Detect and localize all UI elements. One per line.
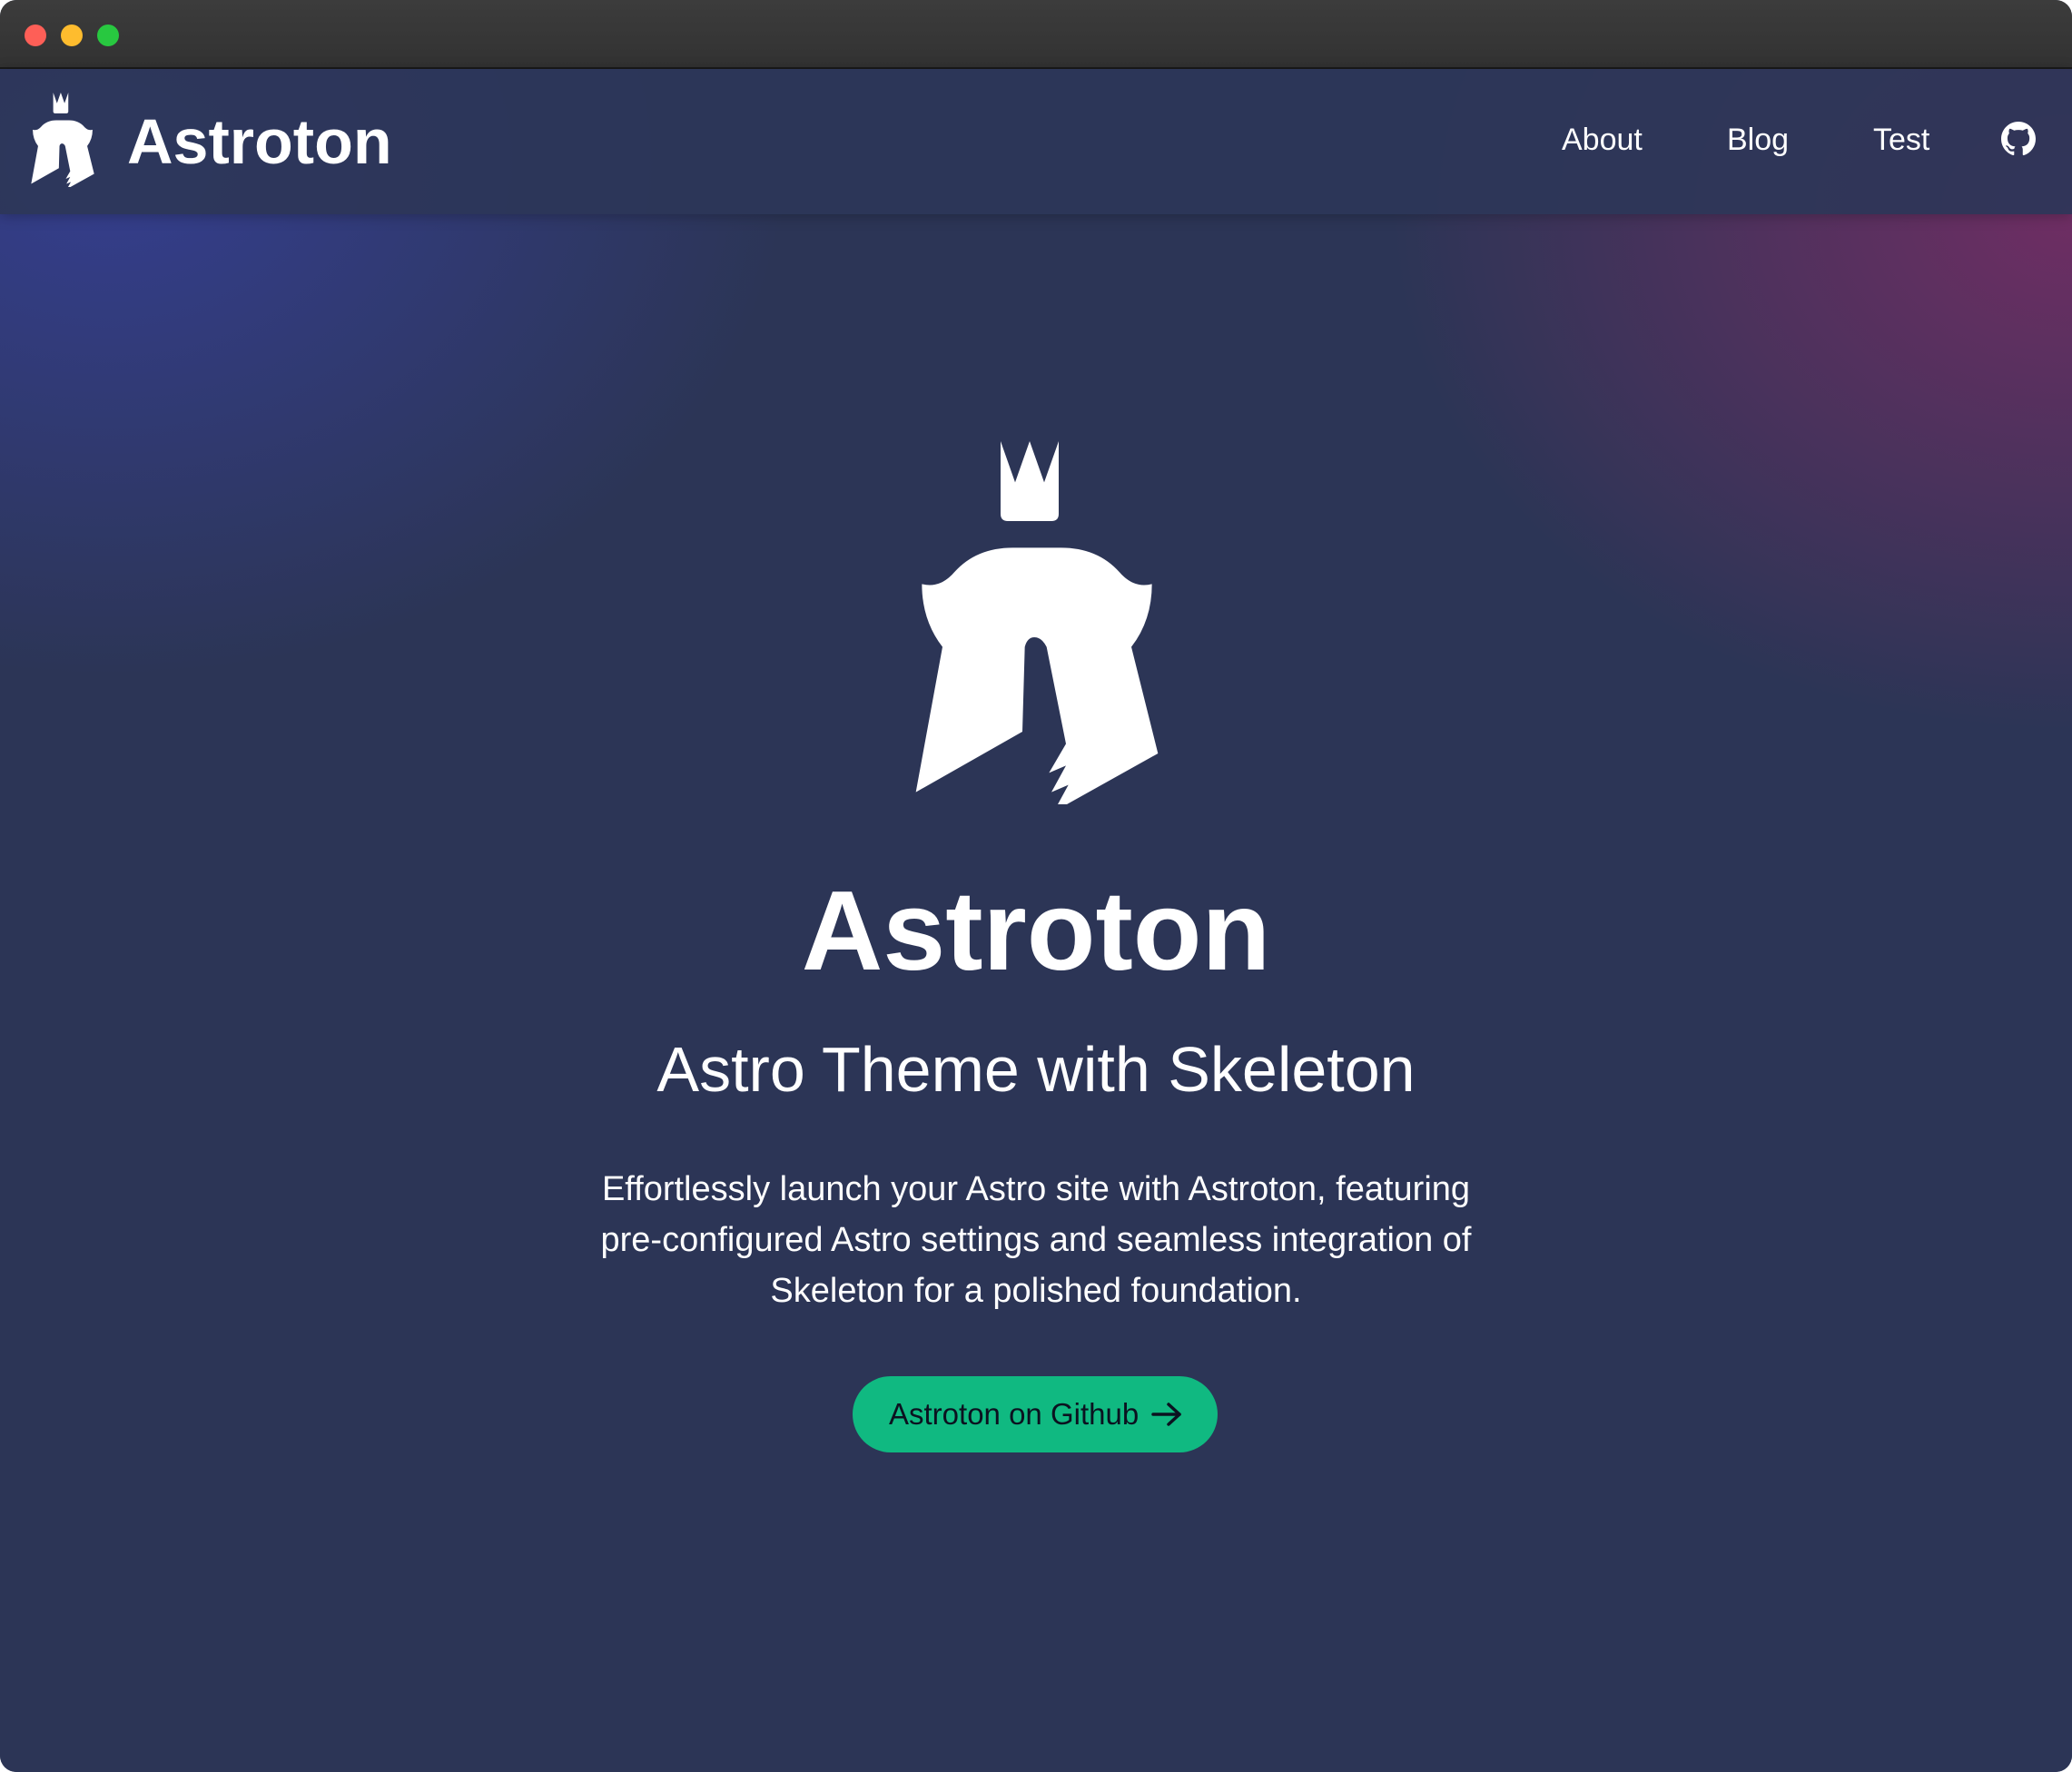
hero-description: Effortlessly launch your Astro site with… (600, 1170, 1472, 1310)
github-cta-label: Astroton on Github (889, 1397, 1140, 1431)
close-window-button[interactable] (25, 25, 46, 46)
hero-title: Astroton (801, 869, 1271, 994)
hero-subtitle: Astro Theme with Skeleton (656, 1034, 1416, 1105)
github-cta-button[interactable]: Astroton on Github (853, 1376, 1218, 1452)
top-navbar: Astroton About Blog Test (0, 69, 2072, 214)
nav-link-about[interactable]: About (1562, 120, 1643, 160)
page-content: Astroton About Blog Test Astroton Astro … (0, 69, 2072, 1772)
brand-title[interactable]: Astroton (127, 107, 392, 176)
github-icon[interactable] (2001, 122, 2036, 156)
zoom-window-button[interactable] (97, 25, 119, 46)
window-titlebar (0, 0, 2072, 69)
nav-link-test[interactable]: Test (1873, 120, 1929, 160)
astroton-logo-icon[interactable] (27, 93, 98, 187)
browser-window: Astroton About Blog Test Astroton Astro … (0, 0, 2072, 1772)
nav-link-blog[interactable]: Blog (1727, 120, 1789, 160)
minimize-window-button[interactable] (61, 25, 83, 46)
arrow-right-icon (1151, 1403, 1181, 1426)
astroton-hero-logo-icon (915, 441, 1159, 804)
